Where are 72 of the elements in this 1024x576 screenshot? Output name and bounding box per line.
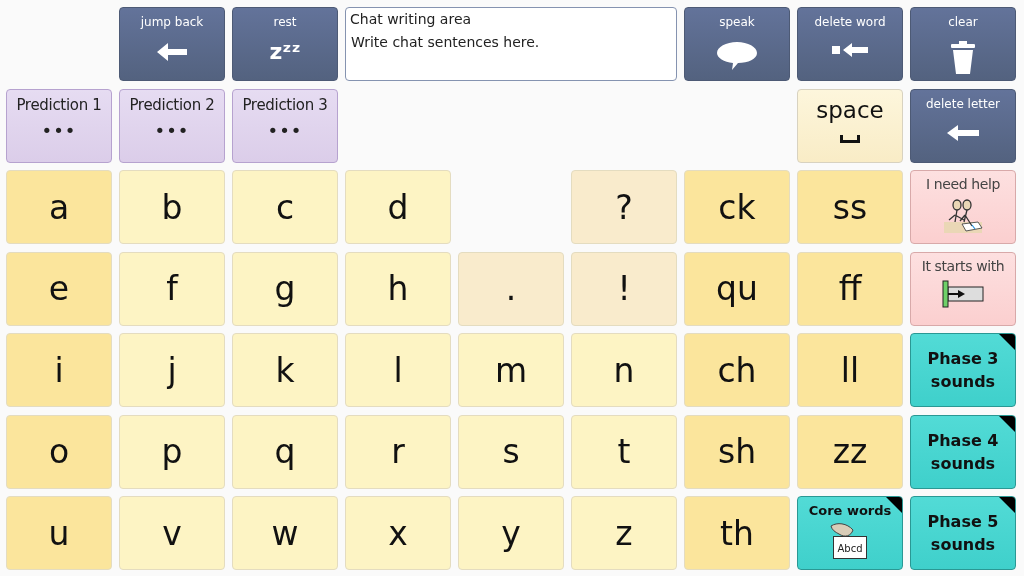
space-bar-icon	[838, 132, 862, 145]
clear-button[interactable]: clear	[910, 7, 1016, 81]
letter-key[interactable]: y	[458, 496, 564, 570]
letter-key[interactable]: ck	[684, 170, 790, 244]
folder-button[interactable]: Phase 3 sounds	[910, 333, 1016, 407]
letter-key[interactable]: o	[6, 414, 112, 489]
deleteletter-button[interactable]: delete letter	[910, 88, 1016, 163]
letter-key[interactable]: q	[232, 414, 338, 489]
letter-key[interactable]: th	[684, 496, 790, 570]
letter-key[interactable]: s	[458, 414, 564, 489]
letter-key[interactable]: k	[232, 333, 338, 407]
sleep-symbol: zᶻᶻ	[269, 41, 301, 63]
two-people-at-desk-icon	[942, 198, 984, 234]
letter-key[interactable]: !	[571, 251, 677, 326]
help-button[interactable]: I need help	[910, 170, 1016, 244]
letter-key[interactable]: h	[345, 251, 451, 326]
letter-key[interactable]: ch	[684, 333, 790, 407]
ellipsis-symbol: •••	[267, 121, 303, 140]
letter-key[interactable]: ?	[571, 170, 677, 244]
folder-button[interactable]: Phase 5 sounds	[910, 496, 1016, 570]
letter-key[interactable]: l	[345, 333, 451, 407]
ellipsis-symbol: •••	[41, 121, 77, 140]
letter-key[interactable]: p	[119, 414, 225, 489]
rest-button[interactable]: rest zᶻᶻ	[232, 7, 338, 81]
deleteword-button[interactable]: delete word	[797, 7, 903, 81]
letter-key[interactable]: ss	[797, 170, 903, 244]
letter-key[interactable]: ff	[797, 251, 903, 326]
speech-bubble-icon	[716, 41, 758, 71]
left-arrow-icon	[945, 122, 981, 143]
prediction-button[interactable]: Prediction 2 •••	[119, 88, 225, 163]
letter-key[interactable]: d	[345, 170, 451, 244]
letter-key[interactable]: f	[119, 251, 225, 326]
letter-key[interactable]: zz	[797, 414, 903, 489]
word-card: Abcd	[833, 536, 867, 559]
letter-key[interactable]: j	[119, 333, 225, 407]
letter-key[interactable]: n	[571, 333, 677, 407]
delete-word-icon	[831, 41, 869, 59]
starts-with-button[interactable]: It starts with	[910, 251, 1016, 326]
prediction-button[interactable]: Prediction 1 •••	[6, 88, 112, 163]
speak-button[interactable]: speak	[684, 7, 790, 81]
prediction-button[interactable]: Prediction 3 •••	[232, 88, 338, 163]
letter-key[interactable]: g	[232, 251, 338, 326]
letter-key[interactable]: qu	[684, 251, 790, 326]
letter-key[interactable]: .	[458, 251, 564, 326]
ellipsis-symbol: •••	[154, 121, 190, 140]
letter-key[interactable]: r	[345, 414, 451, 489]
letter-key[interactable]: u	[6, 496, 112, 570]
corner-flag-icon	[999, 497, 1015, 513]
letter-key[interactable]: e	[6, 251, 112, 326]
letter-key[interactable]: w	[232, 496, 338, 570]
left-arrow-icon	[155, 41, 189, 63]
folder-button[interactable]: Phase 4 sounds	[910, 414, 1016, 489]
letter-key[interactable]: a	[6, 170, 112, 244]
letter-key[interactable]: sh	[684, 414, 790, 489]
letter-key[interactable]: m	[458, 333, 564, 407]
core-words-button[interactable]: Core words Abcd	[797, 496, 903, 570]
field-label: Chat writing area	[350, 11, 472, 27]
letter-key[interactable]: v	[119, 496, 225, 570]
letter-key[interactable]: ll	[797, 333, 903, 407]
letter-key[interactable]: x	[345, 496, 451, 570]
letter-key[interactable]: t	[571, 414, 677, 489]
starts-with-arrow-icon	[942, 279, 984, 308]
letter-key[interactable]: z	[571, 496, 677, 570]
corner-flag-icon	[999, 334, 1015, 350]
trash-can-icon	[949, 41, 977, 75]
letter-key[interactable]: b	[119, 170, 225, 244]
letter-key[interactable]: c	[232, 170, 338, 244]
letter-key[interactable]: i	[6, 333, 112, 407]
hand-icon	[829, 522, 855, 540]
jump-back-button[interactable]: jump back	[119, 7, 225, 81]
space-key[interactable]: space	[797, 88, 903, 163]
corner-flag-icon	[999, 415, 1015, 432]
